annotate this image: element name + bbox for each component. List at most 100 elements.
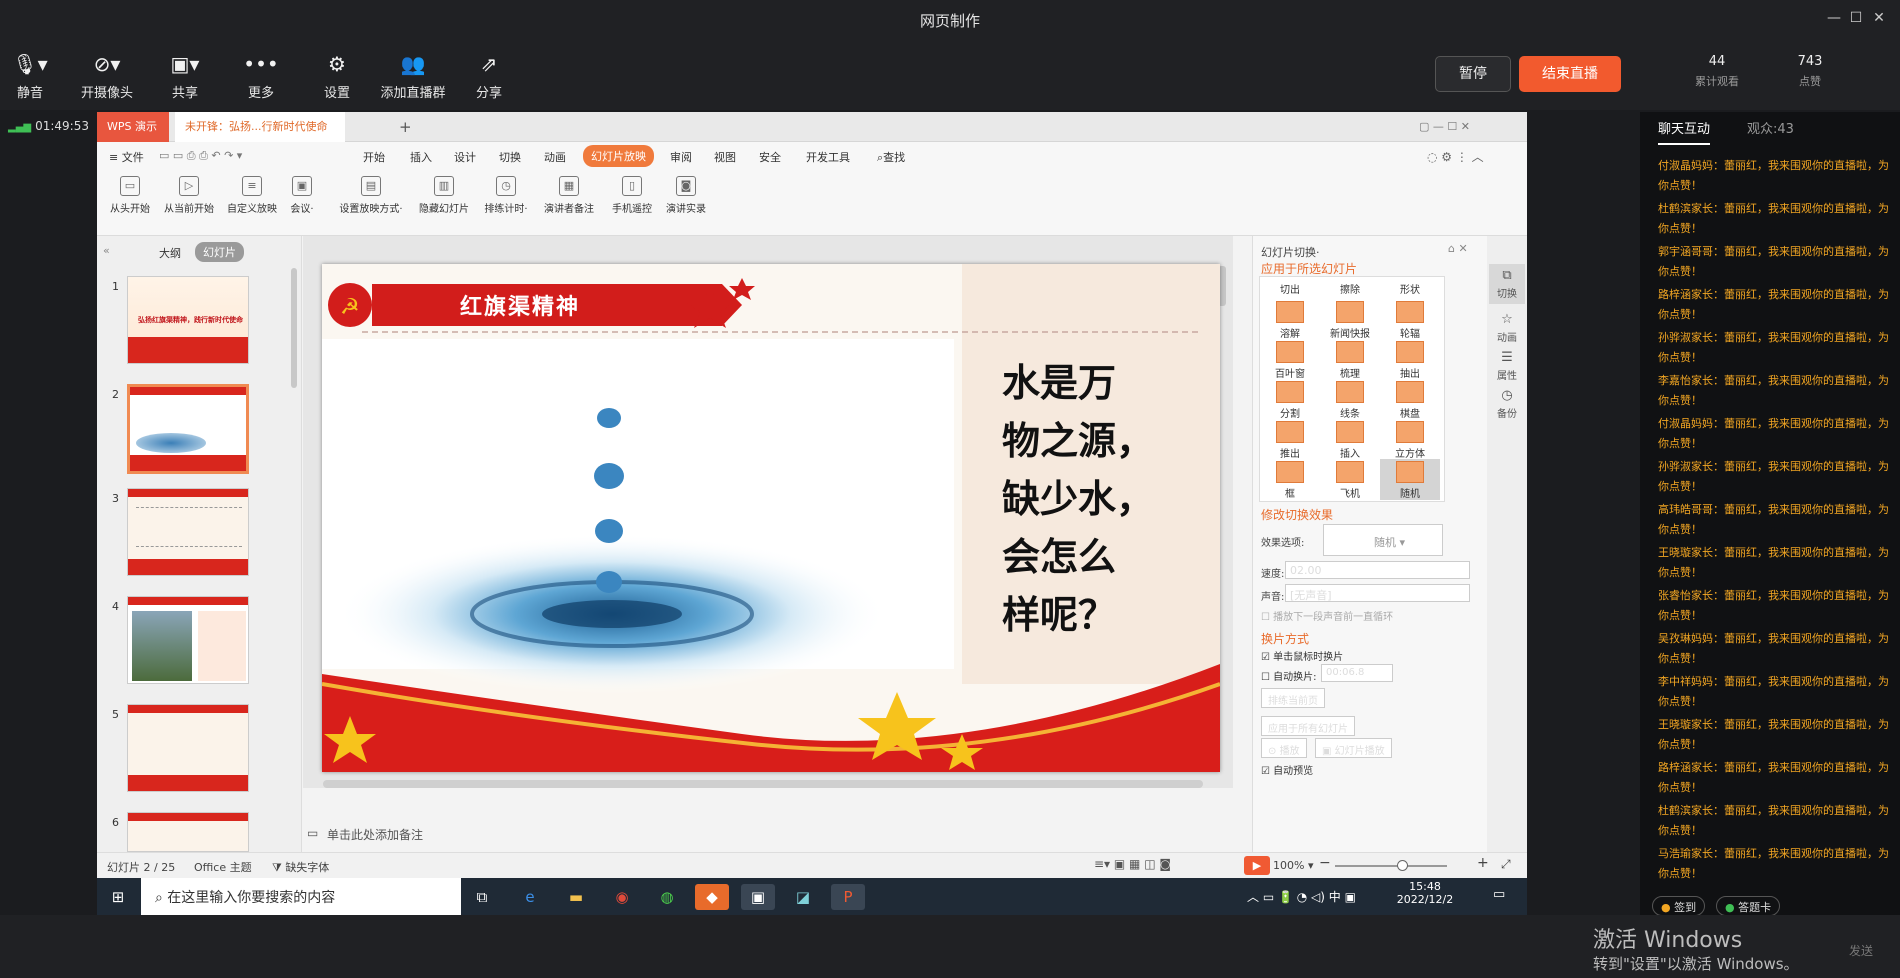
edge-icon[interactable]: e	[513, 884, 547, 910]
new-tab-icon[interactable]: +	[399, 118, 412, 136]
transition-option[interactable]: 棋盘	[1380, 381, 1440, 420]
wps-home-tab[interactable]: WPS 演示	[97, 112, 169, 142]
rail-animation[interactable]: ☆ 动画	[1489, 312, 1525, 344]
share-screen-button[interactable]: ▣▾ 共享	[145, 52, 225, 101]
transition-option[interactable]: 立方体	[1380, 421, 1440, 460]
answer-card-button[interactable]: ● 答题卡	[1716, 896, 1781, 916]
from-start-button[interactable]: ▭ 从头开始	[105, 176, 155, 215]
thumbnail-scrollbar[interactable]	[291, 268, 297, 388]
transition-option[interactable]: 新闻快报	[1320, 301, 1380, 340]
loop-checkbox[interactable]: ☐ 播放下一段声音前一直循环	[1261, 608, 1393, 623]
close-icon[interactable]: ✕	[1869, 8, 1889, 28]
menu-devtools[interactable]: 开发工具	[806, 149, 850, 165]
quick-access-icons[interactable]: ▭ ▭ ⎙ ⎙ ↶ ↷ ▾	[159, 149, 242, 163]
on-click-checkbox[interactable]: ☑ 单击鼠标时换片	[1261, 648, 1343, 663]
menu-transition[interactable]: 切换	[499, 149, 521, 165]
document-tab[interactable]: 未开锋：弘扬...行新时代使命	[175, 112, 345, 142]
slide-thumbnail[interactable]	[127, 596, 249, 684]
transition-option[interactable]: 擦除	[1320, 281, 1380, 296]
speaker-notes-button[interactable]: ▦ 演讲者备注	[540, 176, 598, 215]
collapse-panel-icon[interactable]: «	[103, 244, 110, 257]
slide-thumbnail[interactable]	[127, 488, 249, 576]
rehearse-timing-button[interactable]: ◷ 排练计时·	[479, 176, 533, 215]
send-button[interactable]: 发送	[1849, 942, 1873, 959]
hide-slide-button[interactable]: ▥ 隐藏幻灯片	[415, 176, 473, 215]
pin-close-icon[interactable]: ⌂ ✕	[1448, 242, 1468, 255]
camera-button[interactable]: ⊘▾ 开摄像头	[67, 52, 147, 101]
sign-in-button[interactable]: ● 签到	[1652, 896, 1706, 916]
notes-pane[interactable]: ▭ 单击此处添加备注	[303, 816, 1233, 852]
menu-search[interactable]: ⌕查找	[877, 149, 905, 165]
maximize-icon[interactable]: ☐	[1846, 8, 1866, 28]
apply-all-button[interactable]: 应用于所有幻灯片	[1261, 716, 1355, 736]
transition-option[interactable]: 飞机	[1320, 461, 1380, 500]
settings-button[interactable]: ⚙ 设置	[297, 52, 377, 101]
menu-design[interactable]: 设计	[454, 149, 476, 165]
tab-audience[interactable]: 观众:43	[1747, 118, 1794, 137]
transition-option[interactable]: 百叶窗	[1260, 341, 1320, 380]
transition-option[interactable]: 线条	[1320, 381, 1380, 420]
meeting-button[interactable]: ▣ 会议·	[285, 176, 319, 215]
menu-animation[interactable]: 动画	[544, 149, 566, 165]
menu-start[interactable]: 开始	[363, 149, 385, 165]
custom-show-button[interactable]: ≡ 自定义放映	[224, 176, 280, 215]
zoom-slider[interactable]	[1335, 865, 1447, 867]
menu-view[interactable]: 视图	[714, 149, 736, 165]
minimize-icon[interactable]: —	[1824, 8, 1844, 28]
ribbon-options-icon[interactable]: ◌ ⚙ ⋮ ︿	[1427, 148, 1484, 165]
outline-tab[interactable]: 大纲	[159, 245, 181, 261]
app-icon[interactable]: ◪	[786, 884, 820, 910]
slide-thumbnail-selected[interactable]	[127, 384, 249, 474]
zoom-level[interactable]: 100% ▾	[1273, 859, 1313, 872]
play-slideshow-icon[interactable]: ▶	[1244, 856, 1270, 875]
menu-file[interactable]: ≡ 文件	[109, 149, 144, 165]
transition-option[interactable]: 轮辐	[1380, 301, 1440, 340]
notification-icon[interactable]: ▭	[1493, 887, 1505, 902]
speed-input[interactable]: 02.00	[1285, 561, 1470, 579]
slide-thumbnail[interactable]	[127, 704, 249, 792]
wps-presentation-icon[interactable]: P	[831, 884, 865, 910]
clock[interactable]: 15:48 2022/12/2	[1395, 880, 1455, 906]
menu-insert[interactable]: 插入	[410, 149, 432, 165]
system-tray-icons[interactable]: ︿ ▭ 🔋 ◔ ◁) 中 ▣	[1247, 888, 1356, 905]
window-controls-icon[interactable]: ▢ — ☐ ✕	[1419, 120, 1470, 133]
end-live-button[interactable]: 结束直播	[1519, 56, 1621, 92]
rail-backup[interactable]: ◷ 备份	[1489, 388, 1525, 420]
transition-option[interactable]: 框	[1260, 461, 1320, 500]
play-button[interactable]: ⊙ 播放	[1261, 738, 1307, 758]
app-icon[interactable]: ▣	[741, 884, 775, 910]
transition-option[interactable]: 溶解	[1260, 301, 1320, 340]
setup-show-button[interactable]: ▤ 设置放映方式·	[333, 176, 409, 215]
menu-security[interactable]: 安全	[759, 149, 781, 165]
transition-option[interactable]: 抽出	[1380, 341, 1440, 380]
transition-option[interactable]: 切出	[1260, 281, 1320, 296]
app-icon[interactable]: ◆	[695, 884, 729, 910]
file-explorer-icon[interactable]: ▬	[559, 884, 593, 910]
windows-start-icon[interactable]: ⊞	[101, 884, 135, 910]
missing-font-button[interactable]: ⧩ 缺失字体	[272, 859, 329, 875]
record-button[interactable]: ◙ 演讲实录	[662, 176, 710, 215]
auto-advance-checkbox[interactable]: ☐ 自动换片:	[1261, 668, 1317, 683]
rail-transition[interactable]: ⧉ 切换	[1489, 264, 1525, 304]
add-group-button[interactable]: 👥 添加直播群	[373, 52, 453, 101]
wechat-icon[interactable]: ◍	[650, 884, 684, 910]
from-current-button[interactable]: ▷ 从当前开始	[160, 176, 218, 215]
fit-window-icon[interactable]: ⤢	[1501, 857, 1511, 872]
zoom-in-icon[interactable]: +	[1477, 855, 1489, 871]
slide-thumbnail[interactable]	[127, 812, 249, 852]
task-view-icon[interactable]: ⧉	[465, 884, 499, 910]
effect-dropdown[interactable]: 随机 ▾	[1323, 524, 1443, 556]
rail-properties[interactable]: ☰ 属性	[1489, 350, 1525, 382]
view-mode-icons[interactable]: ≡▾ ▣ ▦ ◫ ◙	[1094, 857, 1171, 871]
slide-thumbnail[interactable]: 弘扬红旗渠精神，践行新时代使命	[127, 276, 249, 364]
phone-remote-button[interactable]: ▯ 手机遥控	[609, 176, 655, 215]
transition-option[interactable]: 分割	[1260, 381, 1320, 420]
taskbar-search[interactable]: ⌕ 在这里输入你要搜索的内容	[141, 878, 461, 915]
auto-preview-checkbox[interactable]: ☑ 自动预览	[1261, 762, 1313, 777]
chrome-icon[interactable]: ◉	[605, 884, 639, 910]
auto-advance-input[interactable]: 00:06.8	[1321, 664, 1393, 682]
share-button[interactable]: ⇗ 分享	[449, 52, 529, 101]
horizontal-scrollbar[interactable]	[323, 780, 1203, 788]
slideshow-button[interactable]: ▣ 幻灯片播放	[1315, 738, 1392, 758]
transition-option[interactable]: 推出	[1260, 421, 1320, 460]
